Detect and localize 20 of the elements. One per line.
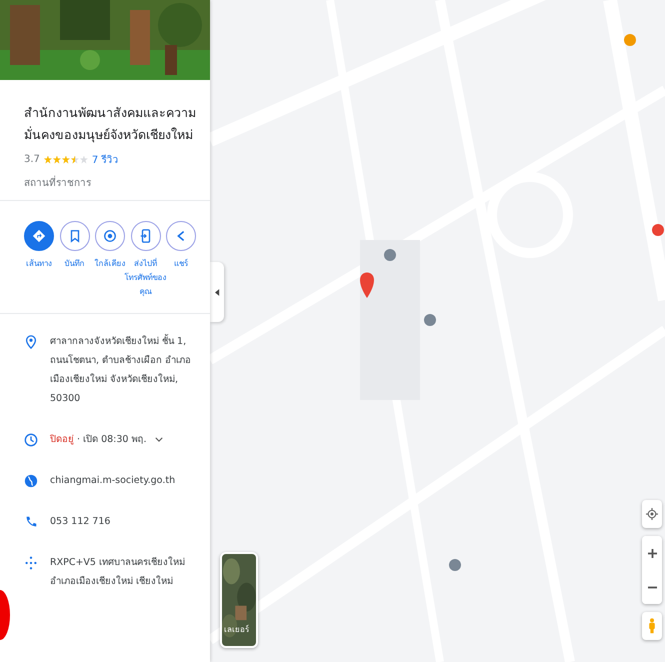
plus-code-icon: [24, 556, 38, 570]
phone-text: 053 112 716: [50, 515, 110, 529]
phone-send-icon: [138, 229, 152, 243]
phone-icon: [24, 515, 38, 529]
action-button[interactable]: เส้นทาง: [22, 221, 56, 299]
action-button[interactable]: บันทึก: [58, 221, 92, 299]
clock-icon: [24, 433, 38, 447]
globe-icon: [24, 474, 38, 488]
hours-text[interactable]: ปิดอยู่ · เปิด 08:30 พฤ.: [50, 430, 162, 449]
reviews-link[interactable]: 7 รีวิว: [92, 152, 118, 167]
website-text: chiangmai.m-society.go.th: [50, 474, 176, 488]
place-title: สำนักงานพัฒนาสังคมและความมั่นคงของมนุษย์จังหวัดเชียงใหม่: [24, 104, 197, 144]
directions-icon: [32, 229, 46, 243]
pluscode-text: RXPC+V5 เทศบาลนครเชียงใหม่ อำเภอเมืองเชียงใหม่ เชียงใหม่: [50, 556, 186, 589]
category-label: สถานที่ราชการ: [24, 175, 198, 190]
address-text: ศาลากลางจังหวัดเชียงใหม่ ชั้น 1, ถนนโชตนา, ตำบลช้างเผือก อำเภอเมืองเชียงใหม่ จังหวัดเชียงใหม่, 50300: [50, 333, 192, 406]
chevron-down-icon: [154, 437, 162, 442]
rating-value: 3.7: [24, 154, 40, 165]
nearby-icon: [103, 229, 117, 243]
location-pin-icon: [24, 335, 38, 349]
